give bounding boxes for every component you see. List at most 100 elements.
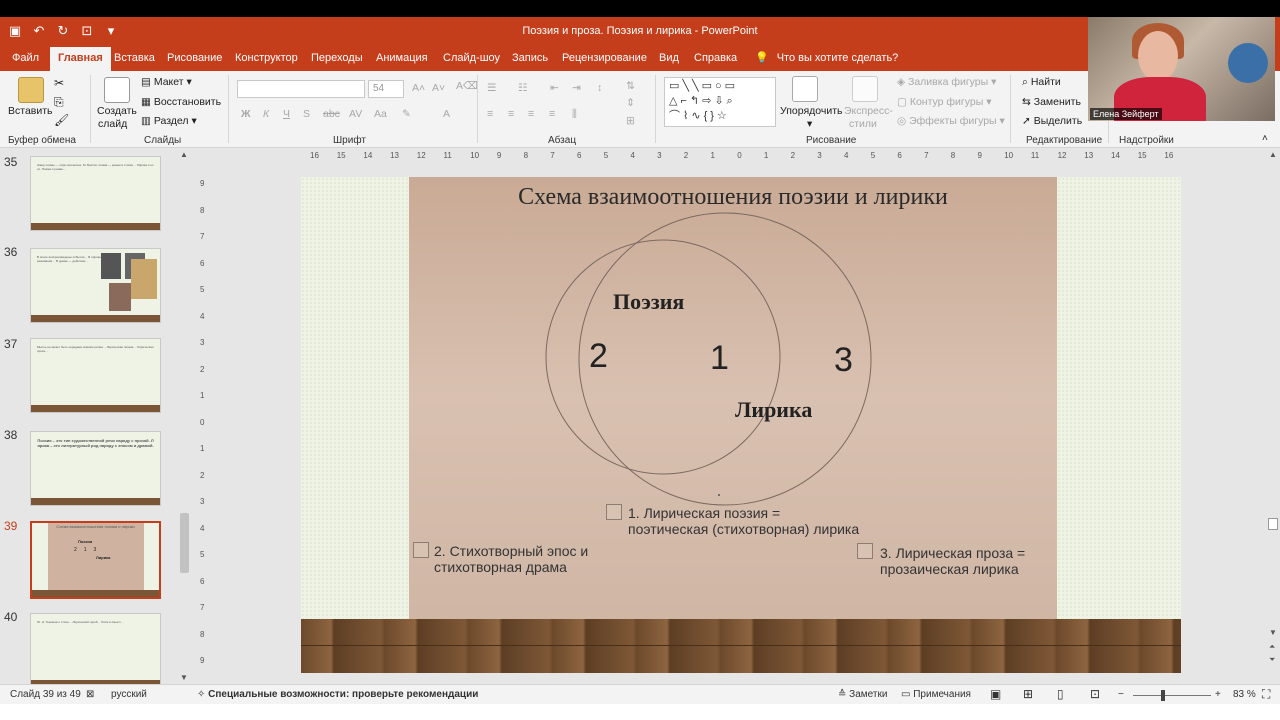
decrease-indent-icon[interactable]: ⇤ [550,82,559,94]
slide-thumbnail-36[interactable]: В эпосе воспроизведены события… В лирике… [30,248,161,323]
scroll-thumb[interactable] [1268,518,1278,530]
quick-styles-icon[interactable] [852,76,878,102]
slide-thumbnail-39[interactable]: Схема взаимоотношения поэзии и лирики По… [30,521,161,599]
case-icon[interactable]: Aa [374,108,387,120]
slide-thumbnail-38[interactable]: Поэзия – это тип художественной речи нар… [30,431,161,506]
shadow-icon[interactable]: S [303,108,310,120]
align-text-icon[interactable]: ⇕ [626,97,635,109]
align-left-icon[interactable]: ≡ [487,108,493,120]
layout-button[interactable]: ▤ Макет ▾ [141,76,192,88]
zoom-slider[interactable] [1133,695,1211,696]
poetry-label[interactable]: Поэзия [613,289,684,315]
tab-view[interactable]: Вид [659,52,679,64]
scroll-thumb[interactable] [180,513,189,573]
legend-3[interactable]: 3. Лирическая проза = прозаическая лирик… [880,545,1025,577]
bullets-icon[interactable]: ☰ [487,82,496,94]
scroll-up-icon[interactable]: ▲ [1269,150,1277,159]
shape-fill-button[interactable]: ◈ Заливка фигуры ▾ [897,76,996,88]
zoom-out-icon[interactable]: − [1118,689,1124,700]
tab-help[interactable]: Справка [694,52,737,64]
zoom-in-icon[interactable]: + [1215,689,1221,700]
zoom-level[interactable]: 83 % [1233,689,1256,700]
legend-2[interactable]: 2. Стихотворный эпос и стихотворная драм… [434,543,588,575]
shape-outline-button[interactable]: ▢ Контур фигуры ▾ [897,96,991,108]
tab-file[interactable]: Файл [12,52,39,64]
new-slide-label-1[interactable]: Создать [97,105,137,117]
cut-icon[interactable]: ✂ [54,76,64,90]
columns-icon[interactable]: ⫼ [572,108,577,121]
bold-icon[interactable]: Ж [241,108,251,120]
slide-thumbnail-35[interactable]: Жанр поэмы — лиро-эпическое. М. Бахтин: … [30,156,161,231]
region-number-3[interactable]: 3 [834,341,853,380]
copy-icon[interactable]: ⎘ [54,95,64,110]
format-painter-icon[interactable]: 🖌 [54,113,69,127]
shrink-font-icon[interactable]: A˅ [432,82,445,94]
smartart-icon[interactable]: ⊞ [626,115,635,127]
region-number-2[interactable]: 2 [589,337,608,376]
notes-button[interactable]: ≙ Заметки [838,689,887,700]
font-size-box[interactable]: 54 [368,80,404,98]
lyric-label[interactable]: Лирика [735,397,812,423]
scroll-down-icon[interactable]: ▼ [1269,628,1277,637]
slide-thumbnail-37[interactable]: Мысль не может быть передана помимо ритм… [30,338,161,413]
text-direction-icon[interactable]: ⇅ [626,80,635,92]
tab-home[interactable]: Главная [50,47,111,71]
scroll-down-icon[interactable]: ▼ [180,673,188,682]
arrange-icon[interactable] [792,76,818,102]
region-number-1[interactable]: 1 [710,339,729,378]
fit-to-window-icon[interactable]: ⛶ [1262,687,1270,702]
scroll-up-icon[interactable]: ▲ [180,150,188,159]
clear-format-icon[interactable]: A⌫ [456,80,478,92]
shape-effects-button[interactable]: ◎ Эффекты фигуры ▾ [897,115,1005,127]
arrange-dropdown-icon[interactable]: ▾ [807,118,812,130]
align-center-icon[interactable]: ≡ [508,108,514,120]
replace-button[interactable]: ⇆ Заменить [1022,96,1081,108]
tab-transitions[interactable]: Переходы [311,52,363,64]
paste-button[interactable]: Вставить [8,105,53,117]
section-button[interactable]: ▥ Раздел ▾ [141,115,197,127]
language-indicator[interactable]: русский [111,689,147,700]
reading-view-icon[interactable]: ▯ [1057,687,1064,701]
tab-slideshow[interactable]: Слайд-шоу [443,52,500,64]
accessibility-status[interactable]: ✧ Специальные возможности: проверьте рек… [197,689,478,700]
spellcheck-icon[interactable]: ⊠ [86,689,94,700]
thumbnails-scrollbar[interactable]: ▲ ▼ [178,148,191,684]
increase-indent-icon[interactable]: ⇥ [572,82,581,94]
next-slide-icon[interactable]: ⏷ [1269,655,1275,665]
comments-button[interactable]: ▭ Примечания [901,689,971,700]
new-slide-icon[interactable] [104,77,130,103]
underline-icon[interactable]: Ч [283,108,290,120]
zoom-slider-knob[interactable] [1161,690,1165,701]
numbering-icon[interactable]: ☷ [518,82,527,94]
editor-scrollbar[interactable]: ▲ ▼ ⏶ ⏷ [1266,148,1280,684]
tab-record[interactable]: Запись [512,52,548,64]
previous-slide-icon[interactable]: ⏶ [1269,642,1275,652]
slide-thumbnail-40[interactable]: Ю. Н. Тынянов о стихе… Лирический герой…… [30,613,161,684]
slideshow-view-icon[interactable]: ⊡ [1090,687,1100,701]
tab-insert[interactable]: Вставка [114,52,155,64]
line-spacing-icon[interactable]: ↕ [597,82,602,94]
collapse-ribbon-icon[interactable]: ˄ [1262,133,1268,144]
tab-animations[interactable]: Анимация [376,52,428,64]
justify-icon[interactable]: ≡ [549,108,555,120]
tab-design[interactable]: Конструктор [235,52,298,64]
highlight-icon[interactable]: ✎ [402,108,411,120]
italic-icon[interactable]: К [263,108,269,120]
slide-sorter-icon[interactable]: ⊞ [1023,687,1033,701]
reset-button[interactable]: ▦ Восстановить [141,96,221,108]
new-slide-label-2[interactable]: слайд [98,118,127,130]
tab-review[interactable]: Рецензирование [562,52,647,64]
slide-canvas[interactable]: Схема взаимоотношения поэзии и лирики По… [301,177,1181,673]
strikethrough-icon[interactable]: abc [323,108,340,120]
spacing-icon[interactable]: AV [349,108,362,120]
font-name-box[interactable] [237,80,365,98]
quick-styles-label-1[interactable]: Экспресс- [844,105,893,117]
font-color-icon[interactable]: A [443,108,450,120]
shapes-gallery[interactable]: ▭╲╲▭○▭ △⌐↰⇨⇩⌕ ⌒⌇∿{}☆ [664,77,776,127]
normal-view-icon[interactable]: ▣ [990,687,1001,701]
grow-font-icon[interactable]: A˄ [412,82,425,94]
legend-1[interactable]: 1. Лирическая поэзия = поэтическая (стих… [628,505,859,537]
tab-draw[interactable]: Рисование [167,52,222,64]
arrange-button[interactable]: Упорядочить [780,105,842,117]
find-button[interactable]: ⌕ Найти [1022,76,1061,89]
